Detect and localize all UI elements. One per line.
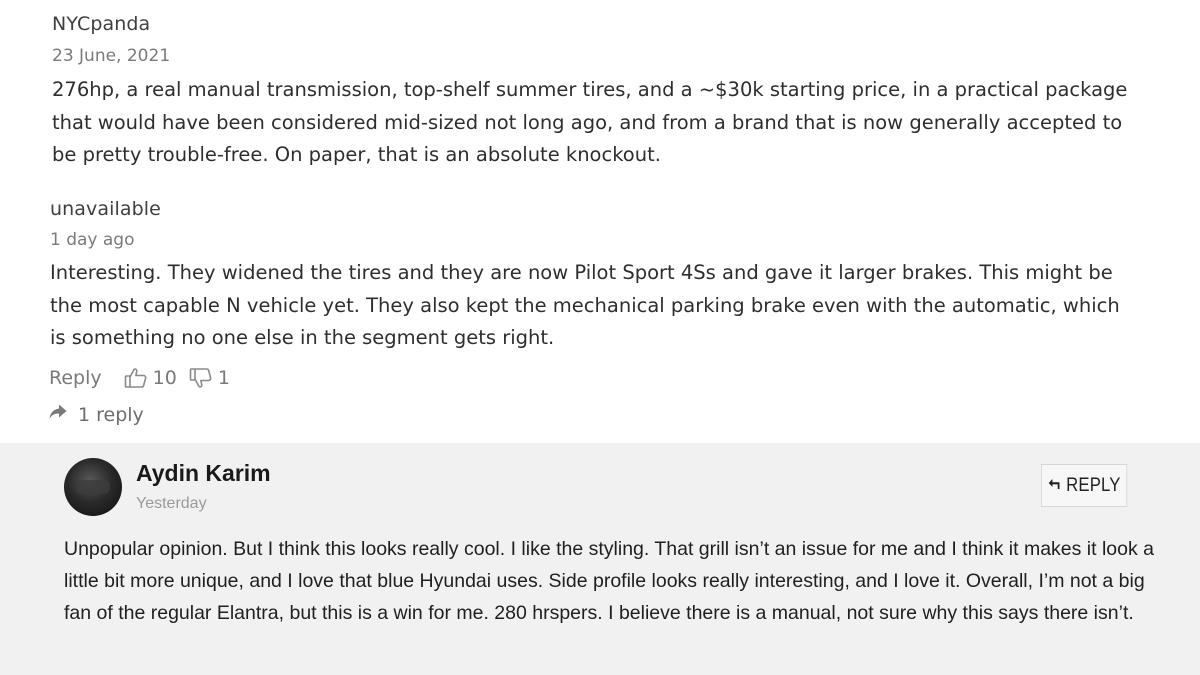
post-date: Yesterday [136,495,207,512]
thumbs-up-icon [124,367,148,389]
avatar-image [76,480,110,494]
comment-date: 1 day ago [50,230,135,250]
thumbs-down-icon [189,367,213,389]
comment-actions: Reply 10 1 [49,367,230,389]
downvote-button[interactable]: 1 [189,367,230,389]
reply-arrow-icon [1048,477,1060,495]
share-arrow-icon [48,403,68,426]
downvote-count: 1 [217,367,230,389]
comment-username[interactable]: NYCpanda [52,13,150,35]
upvote-button[interactable]: 10 [124,367,177,389]
post-body: Unpopular opinion. But I think this look… [64,538,1155,624]
comment-date: 23 June, 2021 [52,46,171,66]
author-name[interactable]: Aydin Karim [136,460,271,487]
view-replies-link[interactable]: 1 reply [48,403,144,426]
reply-button-label: REPLY [1066,474,1121,496]
upvote-count: 10 [152,367,177,389]
comment-username[interactable]: unavailable [50,198,161,220]
reply-button[interactable]: REPLY [1041,464,1128,507]
replies-count-label: 1 reply [78,403,144,426]
reply-link[interactable]: Reply [49,367,102,389]
comment-body: Interesting. They widened the tires and … [50,261,1120,349]
avatar[interactable] [64,458,122,516]
comment-body: 276hp, a real manual transmission, top-s… [52,78,1128,166]
